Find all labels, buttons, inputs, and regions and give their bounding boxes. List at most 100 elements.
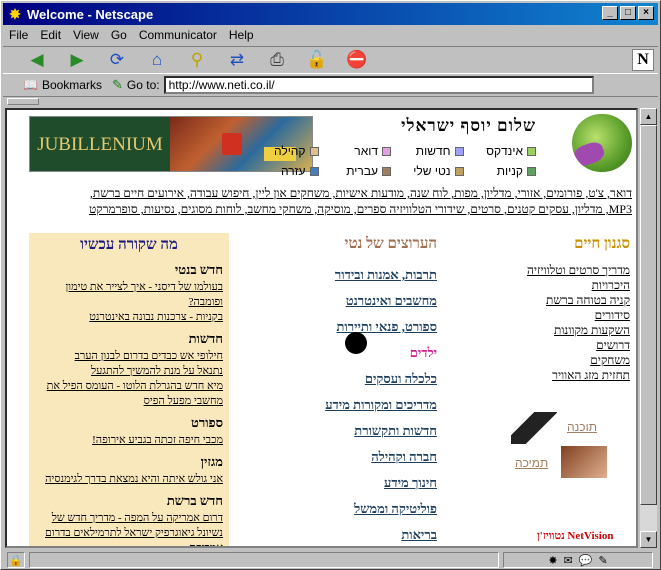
lifestyle-link[interactable]: מדריך סרטים וטלוויזיה xyxy=(470,263,630,278)
banner-text: JUBILLENIUM xyxy=(30,117,170,171)
lifestyle-link[interactable]: תחזית מזג האוויר xyxy=(470,368,630,383)
channel-link[interactable]: חדשות ותקשורת xyxy=(237,423,437,438)
section-heading: חדש ברשת xyxy=(166,493,223,508)
nav-item[interactable]: נטי שלי xyxy=(391,164,464,178)
channel-link-kids[interactable]: ילדים xyxy=(237,345,437,360)
menu-bar: File Edit View Go Communicator Help xyxy=(3,26,658,44)
bookmarks-button[interactable]: 📖 Bookmarks xyxy=(23,78,102,92)
lifestyle-link[interactable]: היכרויות xyxy=(470,278,630,293)
goto-label: Go to: xyxy=(126,78,160,92)
mickey-icon xyxy=(345,332,367,354)
news-link[interactable]: נתנאל על מנת להמשיך להתגעל xyxy=(35,364,223,379)
channel-link[interactable]: פוליטיקה וממשל xyxy=(237,501,437,516)
navigation-toolbar: ◀ ▶ ⟳ ⌂ ⚲ ⇄ ⎙ 🔓 ⛔ N xyxy=(3,46,658,74)
component-bar: ✸ ✉ 💬 ✎ xyxy=(503,552,653,568)
lifestyle-link[interactable]: קניה בטוחה ברשת xyxy=(470,293,630,308)
lock-icon[interactable]: 🔒 xyxy=(7,552,25,568)
status-text xyxy=(29,552,499,568)
page-content: JUBILLENIUM שלום יוסף ישראלי אינדקס חדשו… xyxy=(5,108,638,548)
close-button[interactable]: × xyxy=(638,6,654,20)
nav-item[interactable]: עברית xyxy=(319,164,391,178)
channel-link[interactable]: מחשבים ואינטרנט xyxy=(237,293,437,308)
channel-link[interactable]: חינוך מידע xyxy=(237,475,437,490)
nav-item[interactable]: קהילה xyxy=(246,144,319,158)
channel-link[interactable]: חברה וקהילה xyxy=(237,449,437,464)
news-link[interactable]: מכבי חיפה זכתה בגביע אירופה! xyxy=(35,433,223,448)
collapse-handle[interactable] xyxy=(7,98,39,105)
lifestyle-link[interactable]: השקעות מקוונות xyxy=(470,323,630,338)
services-links-1[interactable]: דואר, צ'ט, פורומים, אזורי, מדליון, מפות,… xyxy=(11,186,632,201)
scroll-thumb[interactable] xyxy=(640,125,657,505)
back-icon[interactable]: ◀ xyxy=(23,48,51,72)
mascot-logo xyxy=(572,114,632,172)
lifestyle-link[interactable]: סידורים xyxy=(470,308,630,323)
menu-file[interactable]: File xyxy=(3,28,34,42)
vertical-scrollbar[interactable]: ▲ ▼ xyxy=(640,108,657,548)
scroll-down-icon[interactable]: ▼ xyxy=(640,531,657,548)
stop-icon[interactable]: ⛔ xyxy=(343,48,371,72)
page-proxy-icon[interactable]: ✎ xyxy=(112,77,123,93)
support-link[interactable]: תמיכה xyxy=(515,456,548,470)
lifestyle-link[interactable]: משחקים xyxy=(470,353,630,368)
menu-view[interactable]: View xyxy=(67,28,105,42)
news-link[interactable]: דרום אמריקה על המפה - מדריך חדש של נשיונ… xyxy=(35,511,223,546)
news-link[interactable]: בקניות - צרכנות נבונה באינטרנט xyxy=(35,310,223,325)
minimize-button[interactable]: _ xyxy=(602,6,618,20)
news-link[interactable]: בעולמו של דיסני - איך לצייר את טימון ופו… xyxy=(35,280,223,310)
channel-link[interactable]: מדריכים ומקורות מידע xyxy=(237,397,437,412)
software-link[interactable]: תוכנה xyxy=(567,420,597,434)
cow-image[interactable] xyxy=(511,412,557,444)
channel-link[interactable]: כלכלה ועסקים xyxy=(237,371,437,386)
channel-link[interactable]: בריאות xyxy=(237,527,437,542)
menu-edit[interactable]: Edit xyxy=(34,28,67,42)
reload-icon[interactable]: ⟳ xyxy=(103,48,131,72)
lifestyle-link[interactable]: דרושים xyxy=(470,338,630,353)
window-title: Welcome - Netscape xyxy=(27,6,154,22)
support-image[interactable] xyxy=(561,446,607,478)
scroll-up-icon[interactable]: ▲ xyxy=(640,108,657,125)
menu-help[interactable]: Help xyxy=(223,28,260,42)
search-icon[interactable]: ⚲ xyxy=(183,48,211,72)
nav-item[interactable]: עזרה xyxy=(246,164,319,178)
url-input[interactable]: http://www.neti.co.il/ xyxy=(163,76,594,94)
channel-link[interactable]: ספורט, פנאי ותיירות xyxy=(237,319,437,334)
navigator-icon[interactable]: ✸ xyxy=(548,554,557,567)
bookmarks-label: Bookmarks xyxy=(41,78,102,92)
discussion-icon[interactable]: 💬 xyxy=(579,554,593,567)
netscape-icon: ✸ xyxy=(9,6,21,22)
status-bar: 🔒 ✸ ✉ 💬 ✎ xyxy=(3,551,658,569)
security-icon[interactable]: 🔓 xyxy=(303,48,331,72)
mail-icon[interactable]: ✉ xyxy=(564,554,573,567)
toolbar-grip xyxy=(3,96,658,106)
browser-window: ✸ Welcome - Netscape _ □ × File Edit Vie… xyxy=(0,0,661,570)
nav-item[interactable]: אינדקס xyxy=(464,144,536,158)
nav-item[interactable]: דואר xyxy=(319,144,391,158)
maximize-button[interactable]: □ xyxy=(620,6,636,20)
news-link[interactable]: מיא חדש בהגרלת הלוטו - העומס הפיל את מחש… xyxy=(35,379,223,409)
forward-icon[interactable]: ▶ xyxy=(63,48,91,72)
lifestyle-column: סגנון חיים מדריך סרטים וטלוויזיה היכרויו… xyxy=(470,236,630,383)
print-icon[interactable]: ⎙ xyxy=(263,48,291,72)
menu-communicator[interactable]: Communicator xyxy=(133,28,223,42)
netscape-logo: N xyxy=(632,49,654,71)
composer-icon[interactable]: ✎ xyxy=(598,554,607,567)
guide-icon[interactable]: ⇄ xyxy=(223,48,251,72)
netvision-logo: נטוויז'ן NetVision xyxy=(537,530,614,542)
section-heading: חדש בנטי xyxy=(174,262,223,277)
home-icon[interactable]: ⌂ xyxy=(143,48,171,72)
nav-item[interactable]: קניות xyxy=(464,164,536,178)
section-heading: מגזין xyxy=(200,454,223,469)
news-link[interactable]: אני גולש איתה והיא נמצאת בדרך לגימנסיה xyxy=(35,472,223,487)
lifestyle-title: סגנון חיים xyxy=(574,236,630,252)
services-links-2[interactable]: MP3, מדליון, עסקים קטנים, סרטים, שידורי … xyxy=(11,202,632,217)
section-heading: ספורט xyxy=(190,415,223,430)
location-toolbar: 📖 Bookmarks ✎ Go to: http://www.neti.co.… xyxy=(3,75,658,95)
news-link[interactable]: חילופי אש כבדים בדרום לבנון הערב xyxy=(35,349,223,364)
channel-link[interactable]: תרבות, אמנות ובידור xyxy=(237,267,437,282)
channels-column: הערוצים של נטי תרבות, אמנות ובידור מחשבי… xyxy=(237,236,437,546)
menu-go[interactable]: Go xyxy=(105,28,133,42)
main-nav: אינדקס חדשות דואר קהילה קניות נטי שלי עב… xyxy=(246,144,536,178)
bookmarks-icon: 📖 xyxy=(23,78,38,92)
nav-item[interactable]: חדשות xyxy=(391,144,464,158)
whats-new-panel: מה שקורה עכשיו חדש בנטי בעולמו של דיסני … xyxy=(29,233,229,546)
